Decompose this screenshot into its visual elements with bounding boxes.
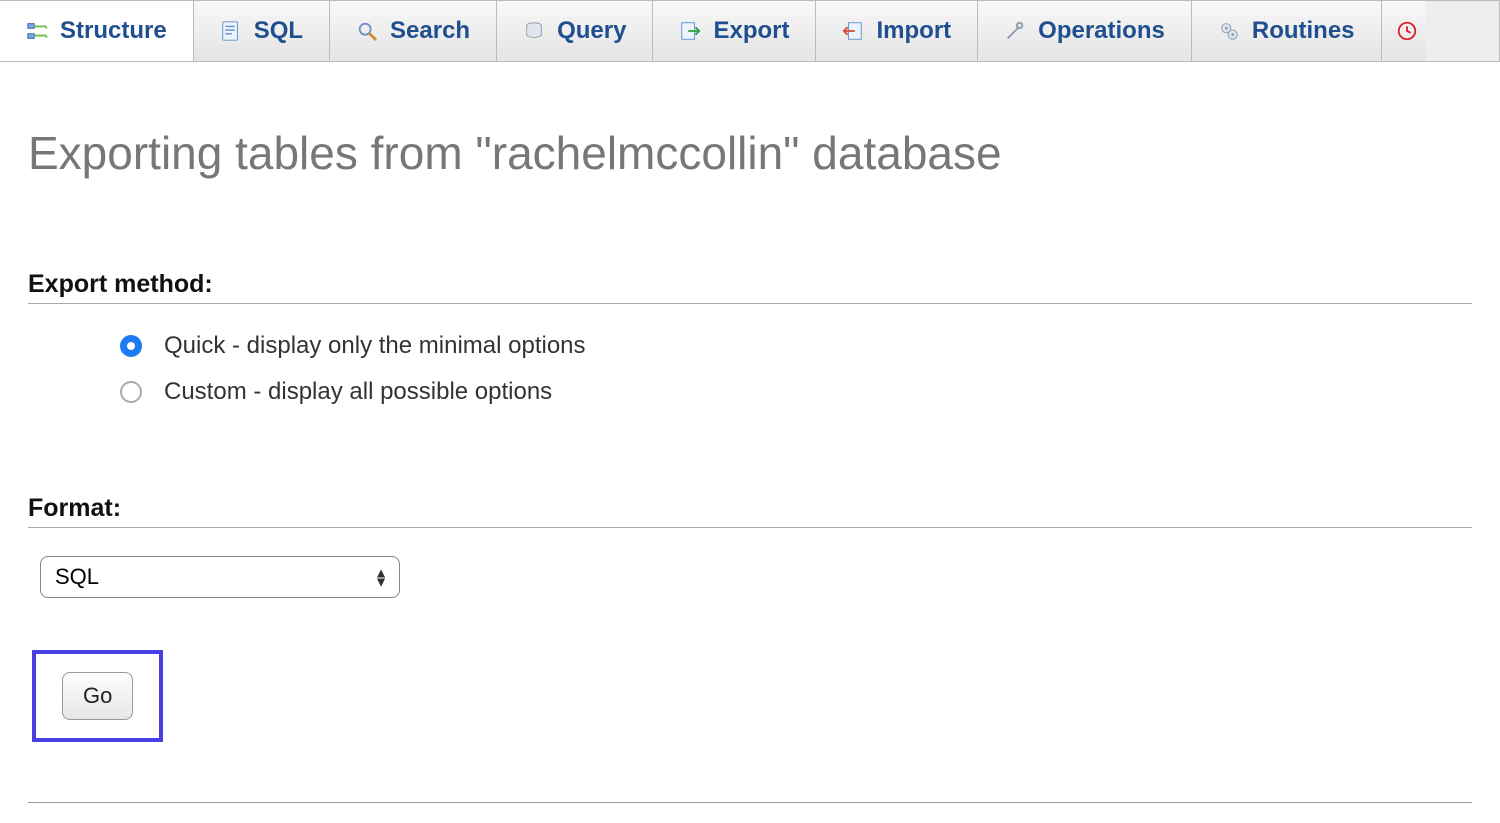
export-method-heading: Export method: xyxy=(28,270,1472,304)
main-content: Exporting tables from "rachelmccollin" d… xyxy=(0,62,1500,823)
import-icon xyxy=(842,20,864,42)
page-title: Exporting tables from "rachelmccollin" d… xyxy=(28,126,1472,180)
export-method-radios: Quick - display only the minimal options… xyxy=(28,306,1472,454)
radio-label: Custom - display all possible options xyxy=(164,378,552,406)
tab-label: SQL xyxy=(254,17,303,45)
tab-more[interactable] xyxy=(1382,1,1426,61)
format-select[interactable]: SQL xyxy=(40,556,400,598)
tab-label: Export xyxy=(713,17,789,45)
format-heading: Format: xyxy=(28,494,1472,528)
tab-operations[interactable]: Operations xyxy=(978,1,1192,61)
tab-label: Operations xyxy=(1038,17,1165,45)
tab-structure[interactable]: Structure xyxy=(0,1,194,61)
tab-label: Search xyxy=(390,17,470,45)
radio-input-custom[interactable] xyxy=(120,381,142,403)
radio-label: Quick - display only the minimal options xyxy=(164,332,586,360)
sql-icon xyxy=(220,20,242,42)
tab-bar: Structure SQL Search Query Export Import xyxy=(0,0,1500,62)
tab-import[interactable]: Import xyxy=(816,1,978,61)
radio-custom[interactable]: Custom - display all possible options xyxy=(120,378,1472,406)
routines-icon xyxy=(1218,20,1240,42)
tab-label: Routines xyxy=(1252,17,1355,45)
go-button[interactable]: Go xyxy=(62,672,133,720)
tab-export[interactable]: Export xyxy=(653,1,816,61)
structure-icon xyxy=(26,20,48,42)
format-selected-value: SQL xyxy=(55,564,99,589)
tab-sql[interactable]: SQL xyxy=(194,1,330,61)
search-icon xyxy=(356,20,378,42)
tab-label: Import xyxy=(876,17,951,45)
go-button-highlight: Go xyxy=(32,650,163,742)
radio-quick[interactable]: Quick - display only the minimal options xyxy=(120,332,1472,360)
tab-label: Query xyxy=(557,17,626,45)
clock-icon xyxy=(1396,20,1418,42)
operations-icon xyxy=(1004,20,1026,42)
tab-routines[interactable]: Routines xyxy=(1192,1,1382,61)
export-icon xyxy=(679,20,701,42)
tab-search[interactable]: Search xyxy=(330,1,497,61)
query-icon xyxy=(523,20,545,42)
footer-divider xyxy=(28,802,1472,803)
tab-query[interactable]: Query xyxy=(497,1,653,61)
radio-input-quick[interactable] xyxy=(120,335,142,357)
tab-label: Structure xyxy=(60,17,167,45)
